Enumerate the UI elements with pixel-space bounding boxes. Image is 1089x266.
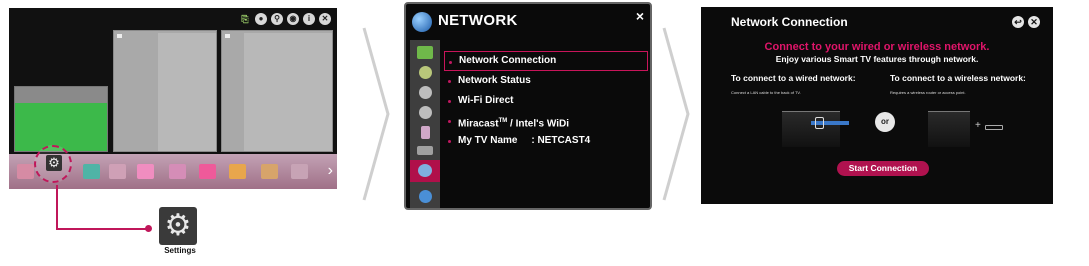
card-marker: [225, 34, 230, 38]
connection-headline: Connect to your wired or wireless networ…: [764, 41, 990, 53]
connection-title: Network Connection: [731, 15, 848, 29]
launcher-app[interactable]: [229, 164, 246, 179]
lan-port-icon: [815, 117, 824, 129]
close-icon[interactable]: ✕: [319, 13, 331, 25]
search-icon[interactable]: ●: [255, 13, 267, 25]
wired-heading: To connect to a wired network:: [731, 73, 856, 83]
card-inner: [244, 33, 332, 151]
wired-note: Connect a LAN cable to the back of TV.: [731, 90, 801, 95]
menu-item-miracast[interactable]: MiracastTM / Intel's WiDi: [444, 111, 648, 131]
callout-line-horizontal: [56, 228, 148, 230]
launcher-app[interactable]: [291, 164, 308, 179]
or-badge: or: [875, 112, 895, 132]
stage: ⎘ ● ⚲ ◉ i ✕ › ⚙ ⚙ Settings NETWORK × Net…: [0, 0, 1089, 266]
sound-category-icon[interactable]: [419, 66, 432, 79]
wireless-note: Requires a wireless router or access poi…: [890, 90, 966, 95]
connection-subline: Enjoy various Smart TV features through …: [775, 54, 979, 64]
menu-item-network-status[interactable]: Network Status: [444, 71, 648, 91]
launcher-app[interactable]: [17, 164, 34, 179]
network-category-icon: [418, 164, 432, 177]
launcher-app[interactable]: [83, 164, 100, 179]
lock-category-icon[interactable]: [421, 126, 430, 139]
card-inner: [158, 33, 216, 151]
settings-launcher-highlight[interactable]: ⚙: [34, 145, 72, 183]
tv-wireless-illustration: [928, 111, 970, 147]
magnifier-icon[interactable]: ⚲: [271, 13, 283, 25]
miracast-label-rest: / Intel's WiDi: [507, 118, 569, 130]
wireless-heading: To connect to a wireless network:: [890, 73, 1026, 83]
live-tv-card[interactable]: [14, 86, 108, 152]
globe-icon: [412, 12, 432, 32]
back-icon[interactable]: ↩: [1012, 16, 1024, 28]
callout-line-vertical: [56, 185, 58, 229]
menu-item-network-connection[interactable]: Network Connection: [444, 51, 648, 71]
launcher-app[interactable]: [261, 164, 278, 179]
content-card-1[interactable]: [113, 30, 217, 152]
launcher-app[interactable]: [199, 164, 216, 179]
network-connection-screen: Network Connection ↩ ✕ Connect to your w…: [701, 7, 1053, 204]
plus-icon: +: [975, 120, 981, 131]
home-top-icons: ⎘ ● ⚲ ◉ i ✕: [239, 13, 331, 25]
settings-category-sidebar: [410, 40, 440, 208]
tv-wired-illustration: [782, 111, 840, 147]
gear-icon: ⚙: [46, 155, 62, 171]
router-icon: [985, 125, 1003, 130]
support-category-icon[interactable]: [419, 190, 432, 203]
picture-category-icon[interactable]: [417, 46, 433, 59]
network-category-selected[interactable]: [410, 160, 440, 182]
time-category-icon[interactable]: [419, 106, 432, 119]
card-marker: [117, 34, 122, 38]
info-icon[interactable]: i: [303, 13, 315, 25]
callout-dot: [145, 225, 152, 232]
content-card-2[interactable]: [221, 30, 333, 152]
record-icon[interactable]: ◉: [287, 13, 299, 25]
launcher-app[interactable]: [169, 164, 186, 179]
launcher-app[interactable]: [137, 164, 154, 179]
step-arrow-1: [362, 27, 390, 201]
close-icon[interactable]: ✕: [1028, 16, 1040, 28]
trademark-mark: TM: [498, 118, 508, 124]
menu-item-wifi-direct[interactable]: Wi-Fi Direct: [444, 91, 648, 111]
chevron-right-icon[interactable]: ›: [328, 162, 333, 180]
live-tv-preview: [15, 103, 107, 151]
step-arrow-2: [662, 27, 690, 201]
channel-category-icon[interactable]: [419, 86, 432, 99]
network-menu-list: Network Connection Network Status Wi-Fi …: [444, 51, 648, 151]
close-icon[interactable]: ×: [636, 8, 644, 24]
network-menu: NETWORK × Network Connection Network Sta…: [404, 2, 652, 210]
option-category-icon[interactable]: [417, 146, 433, 155]
miracast-label: Miracast: [458, 118, 499, 130]
settings-label: Settings: [164, 246, 196, 255]
launcher-app[interactable]: [109, 164, 126, 179]
settings-icon-large: ⚙: [159, 207, 197, 245]
menu-item-my-tv-name[interactable]: My TV Name : NETCAST4: [444, 131, 648, 151]
network-menu-title: NETWORK: [438, 12, 518, 29]
input-icon[interactable]: ⎘: [239, 13, 251, 25]
start-connection-button[interactable]: Start Connection: [837, 161, 929, 176]
